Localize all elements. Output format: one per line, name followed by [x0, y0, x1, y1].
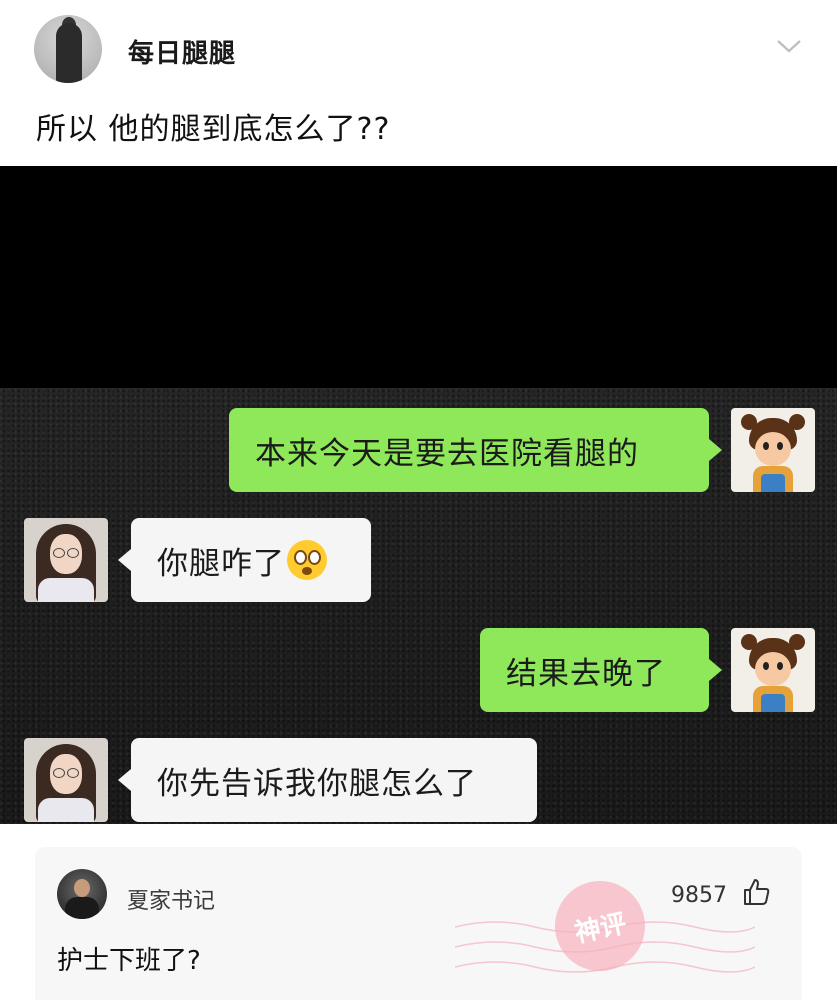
stamp-text: 神评 [571, 908, 630, 949]
top-comment-card[interactable]: 神评 夏家书记 9857 护士下班了? [35, 847, 802, 1000]
bubble-tail [709, 659, 722, 681]
comment-text: 护士下班了? [57, 946, 201, 976]
receiver-avatar [24, 518, 108, 602]
chevron-down-icon[interactable] [776, 38, 802, 54]
post-image[interactable]: 本来今天是要去医院看腿的 你腿咋了 结果去晚了 你先告诉我你腿怎么了 [0, 166, 837, 824]
chat-bubble-left: 你先告诉我你腿怎么了 [131, 738, 537, 822]
message-text: 你腿咋了 [157, 545, 285, 582]
thumbs-up-icon[interactable] [741, 877, 771, 907]
message-text: 本来今天是要去医院看腿的 [255, 435, 639, 472]
like-count: 9857 [671, 883, 727, 908]
sender-avatar [731, 408, 815, 492]
message-text: 结果去晚了 [506, 655, 666, 692]
author-avatar[interactable] [34, 15, 102, 83]
commenter-name[interactable]: 夏家书记 [127, 883, 215, 915]
message-text: 你先告诉我你腿怎么了 [157, 765, 477, 802]
post-text: 所以 他的腿到底怎么了?? [36, 112, 391, 147]
bubble-tail [709, 439, 722, 461]
bubble-tail [118, 549, 131, 571]
commenter-avatar[interactable] [57, 869, 107, 919]
receiver-avatar [24, 738, 108, 822]
chat-bubble-right: 结果去晚了 [480, 628, 709, 712]
author-name[interactable]: 每日腿腿 [128, 33, 236, 70]
chat-bubble-left: 你腿咋了 [131, 518, 371, 602]
bubble-tail [118, 769, 131, 791]
drooling-face-emoji-icon [287, 540, 327, 580]
sender-avatar [731, 628, 815, 712]
chat-bubble-right: 本来今天是要去医院看腿的 [229, 408, 709, 492]
